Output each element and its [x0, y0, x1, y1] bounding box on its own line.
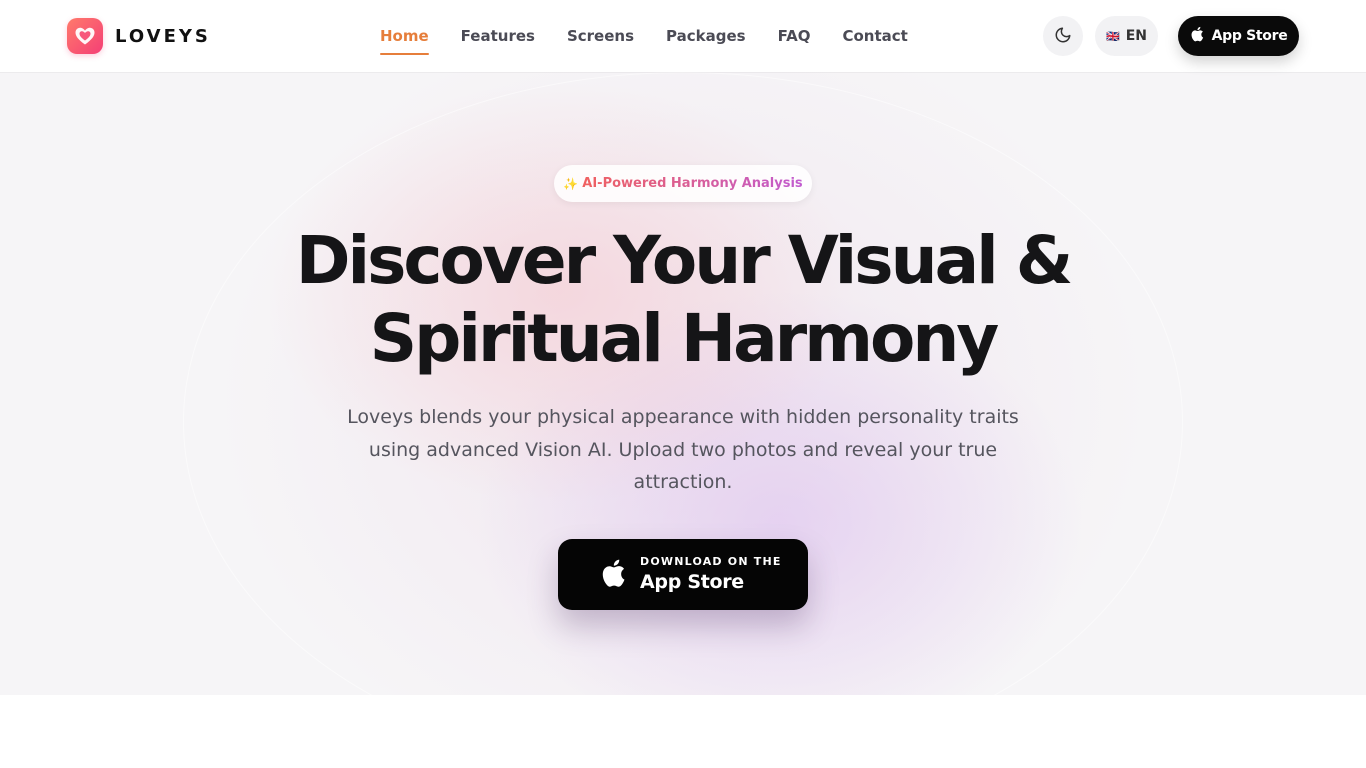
badge-text: AI-Powered Harmony Analysis [582, 176, 803, 191]
heart-logo-icon [67, 18, 103, 54]
cta-text: DOWNLOAD ON THE App Store [640, 555, 782, 594]
sparkles-icon: ✨ [563, 176, 579, 191]
feature-badge: ✨ AI-Powered Harmony Analysis [554, 165, 812, 202]
language-code: EN [1125, 28, 1147, 44]
hero-description: Loveys blends your physical appearance w… [347, 406, 1019, 493]
nav-item-contact[interactable]: Contact [842, 21, 907, 51]
next-section [0, 695, 1366, 768]
hero-headline: Discover Your Visual & Spiritual Harmony [0, 222, 1366, 378]
headline-line-1: Discover Your Visual & [295, 222, 1074, 299]
theme-toggle-button[interactable] [1043, 16, 1083, 56]
hero-section: ✨ AI-Powered Harmony Analysis Discover Y… [0, 72, 1366, 695]
header-app-store-label: App Store [1211, 28, 1288, 44]
cta-big-label: App Store [640, 571, 744, 593]
header-app-store-button[interactable]: App Store [1178, 16, 1299, 56]
site-header: LOVEYS Home Features Screens Packages FA… [0, 0, 1366, 72]
main-nav: Home Features Screens Packages FAQ Conta… [380, 0, 940, 72]
nav-item-features[interactable]: Features [461, 21, 535, 51]
nav-item-faq[interactable]: FAQ [778, 21, 811, 51]
download-app-store-button[interactable]: DOWNLOAD ON THE App Store [558, 539, 808, 610]
apple-icon [1190, 26, 1204, 46]
moon-icon [1054, 26, 1072, 47]
brand-link[interactable]: LOVEYS [67, 18, 211, 54]
cta-small-label: DOWNLOAD ON THE [640, 555, 782, 568]
headline-line-2: Spiritual Harmony [369, 300, 1000, 377]
brand-name: LOVEYS [115, 25, 211, 47]
nav-item-screens[interactable]: Screens [567, 21, 634, 51]
flag-icon: 🇬🇧 [1106, 29, 1120, 43]
nav-item-home[interactable]: Home [380, 21, 429, 55]
apple-icon [600, 558, 626, 591]
nav-item-packages[interactable]: Packages [666, 21, 746, 51]
language-selector-button[interactable]: 🇬🇧 EN [1095, 16, 1158, 56]
